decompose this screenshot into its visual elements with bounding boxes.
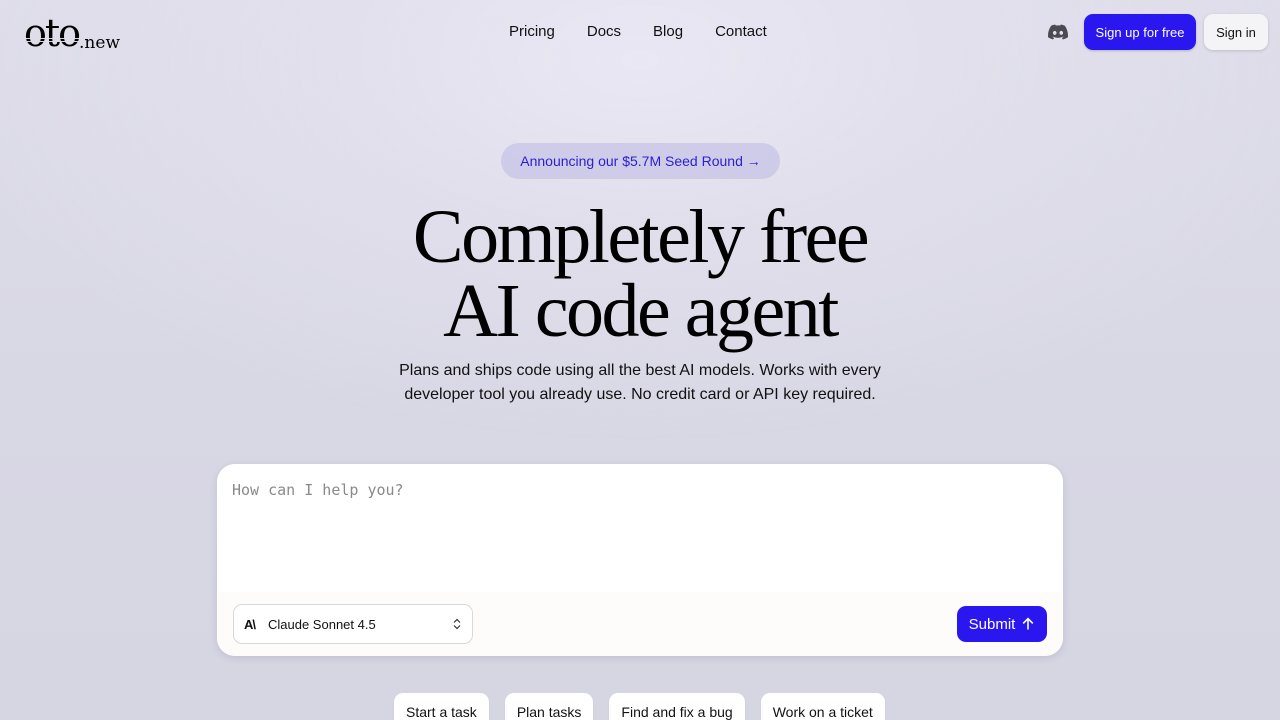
subtitle-line-1: Plans and ships code using all the best … [399, 362, 881, 379]
prompt-card: A\ Claude Sonnet 4.5 Submit [217, 464, 1063, 656]
logo[interactable]: oto .new [24, 10, 120, 54]
subtitle-line-2: developer tool you already use. No credi… [404, 386, 876, 403]
model-selector[interactable]: A\ Claude Sonnet 4.5 [233, 604, 473, 644]
nav-link-contact[interactable]: Contact [715, 22, 767, 42]
signup-button[interactable]: Sign up for free [1084, 14, 1196, 50]
prompt-footer: A\ Claude Sonnet 4.5 Submit [217, 592, 1063, 656]
headline-line-1: Completely free [412, 195, 870, 279]
logo-mark: oto [24, 11, 81, 55]
submit-label: Submit [968, 615, 1016, 633]
suggestion-chips: Start a task Plan tasks Find and fix a b… [394, 693, 885, 720]
prompt-input[interactable] [217, 464, 1063, 592]
announcement-badge[interactable]: Announcing our $5.7M Seed Round → [501, 143, 780, 179]
anthropic-logo-icon: A\ [244, 616, 256, 632]
hero-subtitle: Plans and ships code using all the best … [380, 359, 900, 407]
nav-link-blog[interactable]: Blog [653, 22, 683, 42]
nav-link-pricing[interactable]: Pricing [509, 22, 555, 42]
model-name: Claude Sonnet 4.5 [268, 616, 376, 632]
chip-fix-bug[interactable]: Find and fix a bug [609, 693, 745, 720]
nav-link-docs[interactable]: Docs [587, 22, 621, 42]
headline-line-2: AI code agent [443, 269, 839, 353]
discord-icon[interactable] [1048, 23, 1068, 41]
signin-button[interactable]: Sign in [1204, 14, 1268, 50]
hero-headline: Completely free AI code agent [340, 195, 940, 353]
chip-plan-tasks[interactable]: Plan tasks [504, 693, 594, 720]
chevron-up-down-icon [453, 618, 461, 630]
arrow-up-icon [1022, 617, 1034, 630]
logo-suffix: .new [79, 33, 120, 53]
main-nav: Pricing Docs Blog Contact [509, 22, 799, 42]
chip-start-task[interactable]: Start a task [394, 693, 489, 720]
chip-work-ticket[interactable]: Work on a ticket [760, 693, 885, 720]
submit-button[interactable]: Submit [957, 606, 1047, 642]
